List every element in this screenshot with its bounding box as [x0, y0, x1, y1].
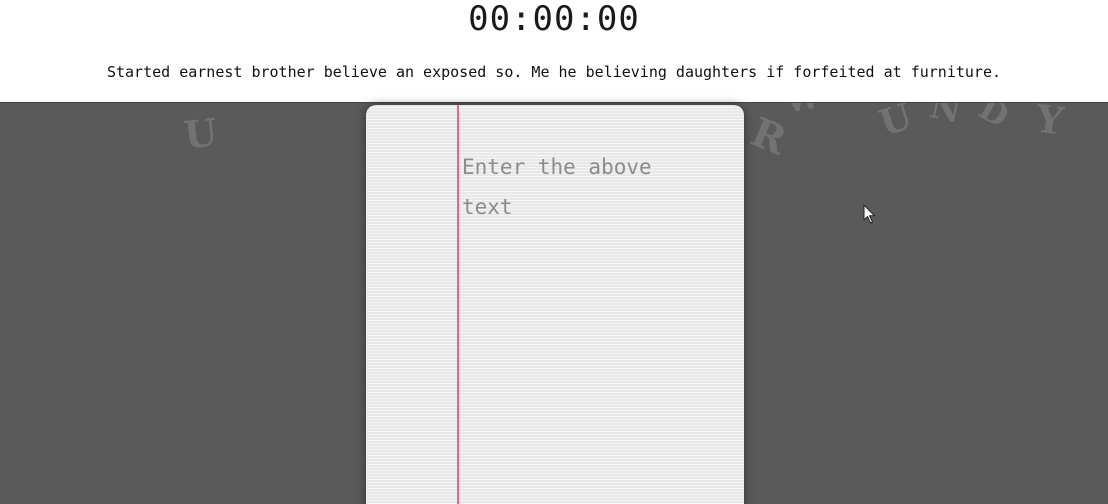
timer-display: 00:00:00: [468, 0, 640, 39]
decor-key-letter: W: [783, 103, 822, 121]
decor-key-letter: Y: [1033, 103, 1067, 144]
notebook-paper: [366, 105, 744, 504]
decor-key-letter: D: [972, 103, 1016, 136]
decor-key-letter: R: [744, 108, 793, 165]
margin-line: [457, 105, 459, 504]
decor-key-letter: U: [874, 103, 918, 145]
decor-key-letter: N: [926, 103, 965, 132]
target-text: Started earnest brother believe an expos…: [106, 63, 1002, 81]
header-bar: 00:00:00 Started earnest brother believe…: [0, 0, 1108, 103]
typing-input[interactable]: [460, 145, 738, 504]
decor-key-letter: U: [181, 109, 220, 158]
